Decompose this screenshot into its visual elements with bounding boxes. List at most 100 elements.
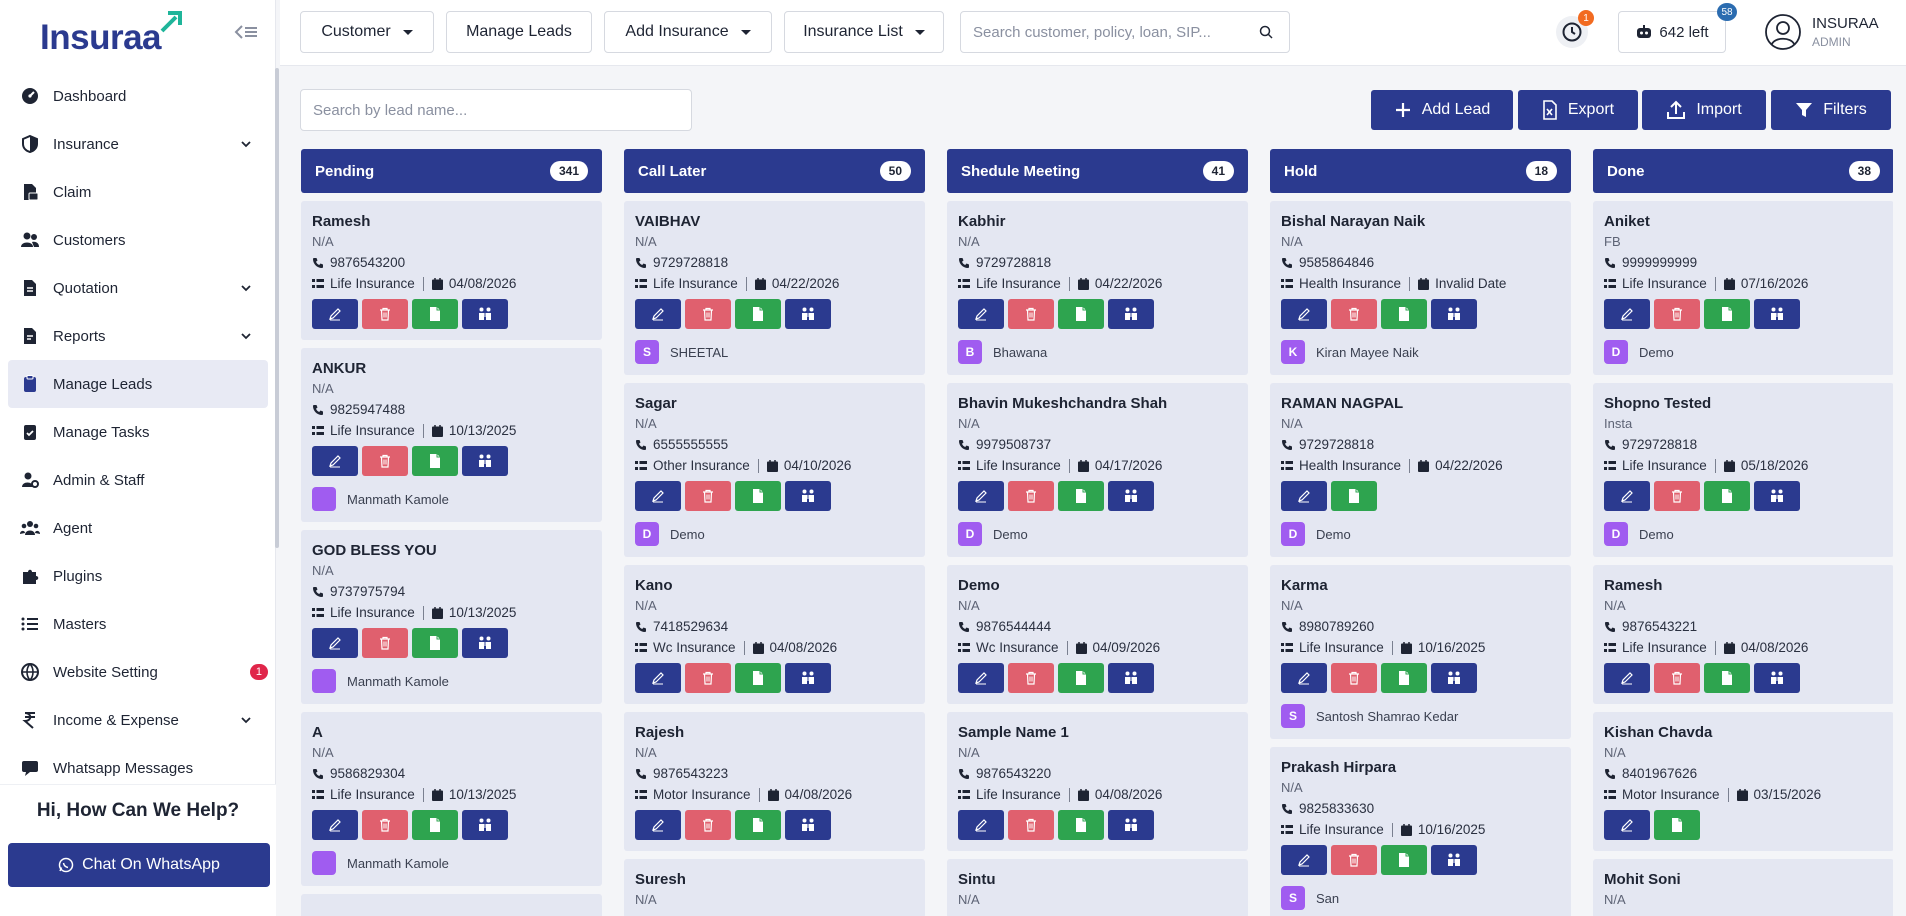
lead-card[interactable]: Shopno Tested Insta 9729728818 Life Insuran… xyxy=(1593,383,1893,557)
delete-lead-button[interactable] xyxy=(1008,299,1054,329)
convert-lead-button[interactable] xyxy=(1431,845,1477,875)
edit-lead-button[interactable] xyxy=(1281,481,1327,511)
convert-lead-button[interactable] xyxy=(462,299,508,329)
lead-card[interactable]: RAMAN NAGPAL N/A 9729728818 Health Insuranc… xyxy=(1270,383,1571,557)
sidebar-item-reports[interactable]: Reports xyxy=(8,312,268,360)
user-menu[interactable]: INSURAA ADMIN xyxy=(1764,13,1879,51)
lead-card[interactable]: Sagar N/A 6555555555 Other Insurance 04/10/2… xyxy=(624,383,925,557)
convert-lead-button[interactable] xyxy=(1108,810,1154,840)
edit-lead-button[interactable] xyxy=(1604,663,1650,693)
lead-card[interactable]: Bishal Narayan Naik N/A 9585864846 Health I… xyxy=(1270,201,1571,375)
export-button[interactable]: Export xyxy=(1518,90,1638,130)
lead-notes-button[interactable] xyxy=(1058,299,1104,329)
delete-lead-button[interactable] xyxy=(362,299,408,329)
chevron-down-icon[interactable] xyxy=(236,710,256,730)
add-lead-button[interactable]: Add Lead xyxy=(1371,90,1513,130)
edit-lead-button[interactable] xyxy=(1281,845,1327,875)
chevron-down-icon[interactable] xyxy=(236,278,256,298)
convert-lead-button[interactable] xyxy=(462,446,508,476)
edit-lead-button[interactable] xyxy=(1604,481,1650,511)
sidebar-item-customers[interactable]: Customers xyxy=(8,216,268,264)
edit-lead-button[interactable] xyxy=(635,481,681,511)
edit-lead-button[interactable] xyxy=(312,299,358,329)
manage-leads-button[interactable]: Manage Leads xyxy=(446,11,592,53)
lead-card[interactable]: Karma N/A 8980789260 Life Insurance 10/16/20… xyxy=(1270,565,1571,739)
reminders-button[interactable]: 1 xyxy=(1556,10,1594,48)
delete-lead-button[interactable] xyxy=(1008,663,1054,693)
lead-search-input[interactable] xyxy=(300,89,692,131)
lead-card[interactable]: Kabhir N/A 9729728818 Life Insurance 04/22/2… xyxy=(947,201,1248,375)
lead-notes-button[interactable] xyxy=(1058,663,1104,693)
convert-lead-button[interactable] xyxy=(785,663,831,693)
lead-notes-button[interactable] xyxy=(412,810,458,840)
delete-lead-button[interactable] xyxy=(1654,663,1700,693)
convert-lead-button[interactable] xyxy=(462,810,508,840)
lead-notes-button[interactable] xyxy=(1654,810,1700,840)
delete-lead-button[interactable] xyxy=(1331,663,1377,693)
lead-card[interactable]: Mohit Soni N/A xyxy=(1593,859,1893,916)
convert-lead-button[interactable] xyxy=(1108,663,1154,693)
convert-lead-button[interactable] xyxy=(785,299,831,329)
lead-card[interactable]: A N/A 9586829304 Life Insurance 10/13/2025 Ma… xyxy=(301,712,602,886)
edit-lead-button[interactable] xyxy=(1281,299,1327,329)
edit-lead-button[interactable] xyxy=(312,628,358,658)
lead-card[interactable]: Demo N/A 9876544444 Wc Insurance 04/09/2026 xyxy=(947,565,1248,704)
lead-notes-button[interactable] xyxy=(735,299,781,329)
lead-card[interactable]: Suresh N/A xyxy=(624,859,925,916)
lead-notes-button[interactable] xyxy=(412,446,458,476)
edit-lead-button[interactable] xyxy=(958,810,1004,840)
edit-lead-button[interactable] xyxy=(958,481,1004,511)
lead-card[interactable]: Aniket FB 9999999999 Life Insurance 07/16/20… xyxy=(1593,201,1893,375)
delete-lead-button[interactable] xyxy=(1654,299,1700,329)
chat-on-whatsapp-button[interactable]: Chat On WhatsApp xyxy=(8,843,270,887)
lead-card[interactable]: Rajesh N/A 9876543223 Motor Insurance 04/08/… xyxy=(624,712,925,851)
delete-lead-button[interactable] xyxy=(1008,810,1054,840)
lead-card[interactable]: ANKUR N/A 9825947488 Life Insurance 10/13/20… xyxy=(301,348,602,522)
edit-lead-button[interactable] xyxy=(958,663,1004,693)
convert-lead-button[interactable] xyxy=(785,481,831,511)
lead-notes-button[interactable] xyxy=(1381,299,1427,329)
search-icon[interactable] xyxy=(1259,25,1273,39)
convert-lead-button[interactable] xyxy=(1431,299,1477,329)
lead-notes-button[interactable] xyxy=(1058,810,1104,840)
credits-button[interactable]: 642 left 58 xyxy=(1618,3,1737,53)
edit-lead-button[interactable] xyxy=(958,299,1004,329)
lead-card[interactable]: Sample Name 1 N/A 9876543220 Life Insurance… xyxy=(947,712,1248,851)
customer-menu-button[interactable]: Customer xyxy=(300,11,434,53)
delete-lead-button[interactable] xyxy=(685,481,731,511)
delete-lead-button[interactable] xyxy=(685,299,731,329)
edit-lead-button[interactable] xyxy=(1604,810,1650,840)
edit-lead-button[interactable] xyxy=(635,299,681,329)
lead-notes-button[interactable] xyxy=(1704,663,1750,693)
lead-notes-button[interactable] xyxy=(735,810,781,840)
lead-notes-button[interactable] xyxy=(1704,481,1750,511)
lead-notes-button[interactable] xyxy=(412,628,458,658)
collapse-sidebar-icon[interactable] xyxy=(232,20,260,44)
lead-card[interactable]: Prakash Hirpara N/A 9825833630 Life Insuran… xyxy=(1270,747,1571,916)
convert-lead-button[interactable] xyxy=(1754,481,1800,511)
delete-lead-button[interactable] xyxy=(1331,299,1377,329)
convert-lead-button[interactable] xyxy=(1431,663,1477,693)
delete-lead-button[interactable] xyxy=(1654,481,1700,511)
insurance-list-menu-button[interactable]: Insurance List xyxy=(784,11,944,53)
chevron-down-icon[interactable] xyxy=(236,326,256,346)
sidebar-item-manage-leads[interactable]: Manage Leads xyxy=(8,360,268,408)
sidebar-item-website-setting[interactable]: Website Setting 1 xyxy=(8,648,268,696)
lead-card[interactable]: Kishan Chavda N/A 8401967626 Motor Insuranc… xyxy=(1593,712,1893,851)
sidebar-item-masters[interactable]: Masters xyxy=(8,600,268,648)
sidebar-item-agent[interactable]: Agent xyxy=(8,504,268,552)
lead-notes-button[interactable] xyxy=(412,299,458,329)
lead-card[interactable]: Bhavin Mukeshchandra Shah N/A 9979508737 Li… xyxy=(947,383,1248,557)
chevron-down-icon[interactable] xyxy=(236,134,256,154)
sidebar-item-income-expense[interactable]: Income & Expense xyxy=(8,696,268,744)
sidebar-item-whatsapp-messages[interactable]: Whatsapp Messages xyxy=(8,744,268,784)
lead-card[interactable] xyxy=(301,894,602,916)
lead-card[interactable]: VAIBHAV N/A 9729728818 Life Insurance 04/22/… xyxy=(624,201,925,375)
lead-notes-button[interactable] xyxy=(1058,481,1104,511)
global-search-input[interactable] xyxy=(973,23,1243,41)
lead-notes-button[interactable] xyxy=(735,481,781,511)
delete-lead-button[interactable] xyxy=(1008,481,1054,511)
lead-card[interactable]: GOD BLESS YOU N/A 9737975794 Life Insurance… xyxy=(301,530,602,704)
lead-notes-button[interactable] xyxy=(1331,481,1377,511)
lead-notes-button[interactable] xyxy=(1381,663,1427,693)
